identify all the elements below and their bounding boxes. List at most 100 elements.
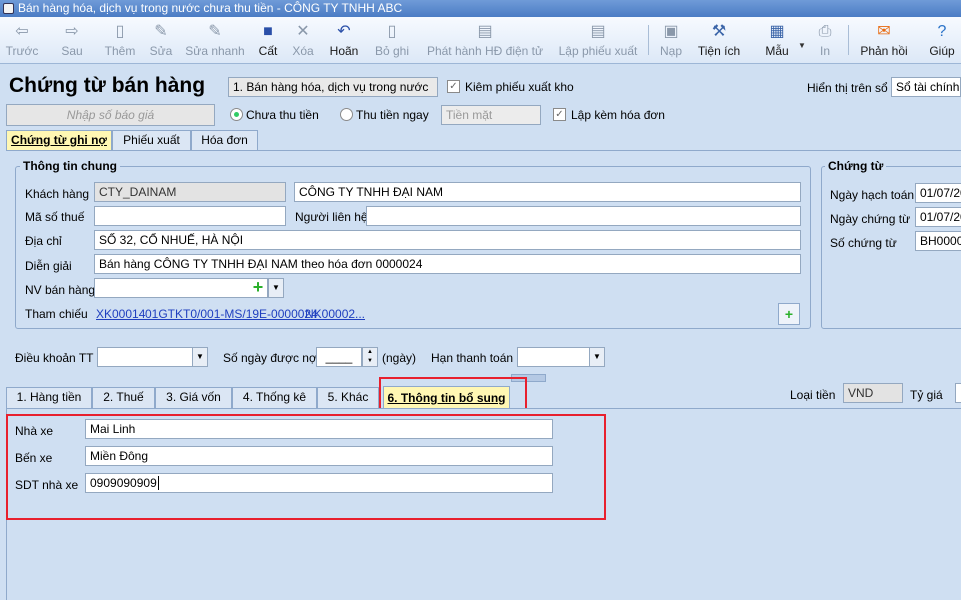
payment-terms-label: Điều khoản TT <box>15 351 94 365</box>
save-button[interactable]: ■ Cất <box>254 17 282 63</box>
credit-days-input[interactable]: ____ <box>316 347 362 367</box>
salesperson-label: NV bán hàng <box>25 283 96 297</box>
contact-input[interactable] <box>366 206 801 226</box>
description-input[interactable]: Bán hàng CÔNG TY TNHH ĐẠI NAM theo hóa đ… <box>94 254 801 274</box>
app-icon <box>3 3 14 14</box>
reference-link[interactable]: XK00014 <box>96 307 145 321</box>
page-title: Chứng từ bán hàng <box>9 74 206 97</box>
customer-label: Khách hàng <box>25 187 90 201</box>
reference-link[interactable]: 01GTKT0/001-MS/19E-0000024 <box>145 307 318 321</box>
tab-khac[interactable]: 5. Khác <box>317 387 379 408</box>
exchange-rate-input[interactable] <box>955 383 961 403</box>
payment-terms-select[interactable] <box>97 347 194 367</box>
credit-days-spinner[interactable]: ▲ ▼ <box>362 347 378 367</box>
delete-button[interactable]: ✕ Xóa <box>288 17 318 63</box>
print-icon: ⎙ <box>818 23 832 40</box>
text-caret <box>157 476 159 490</box>
add-icon: ▯ <box>115 23 125 40</box>
payment-method-select[interactable]: Tiền mặt <box>441 105 541 125</box>
utilities-icon: ⚒ <box>711 23 727 40</box>
reload-button[interactable]: ▣ Nạp <box>656 17 686 63</box>
tab-chung-tu-ghi-no[interactable]: Chứng từ ghi nợ <box>6 130 112 150</box>
bus-phone-input[interactable]: 0909090909 <box>85 473 553 493</box>
toolbar-divider <box>848 25 849 55</box>
bus-phone-value: 0909090909 <box>90 476 157 490</box>
unpaid-radio[interactable] <box>230 108 243 121</box>
unpost-button[interactable]: ▯ Bỏ ghi <box>372 17 412 63</box>
salesperson-dropdown-arrow[interactable]: ▼ <box>268 278 284 298</box>
due-date-input[interactable] <box>517 347 591 367</box>
unpost-icon: ▯ <box>387 23 397 40</box>
kiem-phieu-xuat-kho-checkbox[interactable]: ✓ <box>447 80 460 93</box>
posting-date-input[interactable]: 01/07/20 <box>915 183 961 203</box>
quick-edit-icon: ✎ <box>208 23 222 40</box>
reference-label: Tham chiếu <box>25 307 88 321</box>
next-button[interactable]: ⇨ Sau <box>52 17 92 63</box>
salesperson-input[interactable] <box>94 278 268 298</box>
tab-phieu-xuat[interactable]: Phiếu xuất <box>112 130 191 150</box>
voucher-legend: Chứng từ <box>825 159 887 173</box>
window-title: Bán hàng hóa, dịch vụ trong nước chưa th… <box>18 1 403 15</box>
quick-edit-button[interactable]: ✎ Sửa nhanh <box>184 17 246 63</box>
bus-company-label: Nhà xe <box>15 424 54 438</box>
add-button[interactable]: ▯ Thêm <box>102 17 138 63</box>
customer-code-input[interactable]: CTY_DAINAM <box>94 182 286 202</box>
customer-name-input[interactable]: CÔNG TY TNHH ĐẠI NAM <box>294 182 801 202</box>
template-dropdown-arrow[interactable]: ▼ <box>798 41 806 51</box>
currency-label: Loại tiền <box>790 388 836 402</box>
bus-company-input[interactable]: Mai Linh <box>85 419 553 439</box>
reference-link[interactable]: NK00002 <box>305 307 355 321</box>
tab-thong-ke[interactable]: 4. Thống kê <box>232 387 317 408</box>
tax-code-input[interactable] <box>94 206 286 226</box>
edit-button[interactable]: ✎ Sửa <box>146 17 176 63</box>
add-reference-icon[interactable]: + <box>778 303 800 325</box>
description-label: Diễn giải <box>25 259 72 273</box>
tab-thue[interactable]: 2. Thuế <box>92 387 155 408</box>
feedback-icon: ✉ <box>877 23 891 40</box>
bus-station-label: Bến xe <box>15 451 53 465</box>
help-button[interactable]: ? Giúp <box>924 17 960 63</box>
general-info-legend: Thông tin chung <box>20 159 120 173</box>
reload-icon: ▣ <box>663 23 679 40</box>
arrow-left-icon: ⇦ <box>15 23 29 40</box>
einvoice-icon: ▤ <box>477 23 493 40</box>
contact-label: Người liên hệ <box>295 210 368 224</box>
utilities-button[interactable]: ⚒ Tiện ích <box>694 17 744 63</box>
print-button[interactable]: ⎙ In <box>813 17 837 63</box>
save-icon: ■ <box>263 23 273 40</box>
undo-icon: ↶ <box>337 23 351 40</box>
template-button[interactable]: ▦ Mẫu <box>760 17 794 63</box>
payment-terms-dropdown-arrow[interactable]: ▼ <box>192 347 208 367</box>
issue-note-button[interactable]: ▤ Lập phiếu xuất <box>556 17 640 63</box>
hien-thi-tren-so-label: Hiển thị trên sổ <box>807 81 888 95</box>
voucher-type-select[interactable]: 1. Bán hàng hóa, dịch vụ trong nước <box>228 77 438 97</box>
quote-number-input[interactable]: Nhập số báo giá <box>6 104 215 126</box>
kiem-phieu-xuat-kho-label: Kiêm phiếu xuất kho <box>465 80 574 94</box>
doc-date-input[interactable]: 01/07/20 <box>915 207 961 227</box>
doc-date-label: Ngày chứng từ <box>830 212 911 226</box>
undo-button[interactable]: ↶ Hoãn <box>326 17 362 63</box>
voucher-form: Chứng từ bán hàng 1. Bán hàng hóa, dịch … <box>0 64 961 600</box>
bus-phone-label: SDT nhà xe <box>15 478 79 492</box>
paid-radio[interactable] <box>340 108 353 121</box>
template-icon: ▦ <box>769 23 785 40</box>
lap-kem-hoa-don-checkbox[interactable]: ✓ <box>553 108 566 121</box>
feedback-button[interactable]: ✉ Phản hồi <box>856 17 912 63</box>
add-salesperson-icon[interactable]: + <box>248 278 268 298</box>
tab-hoa-don[interactable]: Hóa đơn <box>191 130 258 150</box>
prev-button[interactable]: ⇦ Trước <box>2 17 42 63</box>
address-input[interactable]: SỐ 32, CỔ NHUẾ, HÀ NỘI <box>94 230 801 250</box>
reference-more-link[interactable]: ... <box>355 307 365 321</box>
doc-number-input[interactable]: BH0000 <box>915 231 961 251</box>
tab-hang-tien[interactable]: 1. Hàng tiền <box>6 387 92 408</box>
due-date-dropdown-arrow[interactable]: ▼ <box>589 347 605 367</box>
bus-station-input[interactable]: Miền Đông <box>85 446 553 466</box>
ledger-select[interactable]: Sổ tài chính <box>891 77 961 97</box>
edit-icon: ✎ <box>154 23 168 40</box>
issue-note-icon: ▤ <box>590 23 606 40</box>
einvoice-button[interactable]: ▤ Phát hành HĐ điện tử <box>424 17 546 63</box>
posting-date-label: Ngày hạch toán <box>830 188 915 202</box>
currency-select[interactable]: VND <box>843 383 903 403</box>
lap-kem-hoa-don-label: Lập kèm hóa đơn <box>571 108 665 122</box>
tab-gia-von[interactable]: 3. Giá vốn <box>155 387 232 408</box>
